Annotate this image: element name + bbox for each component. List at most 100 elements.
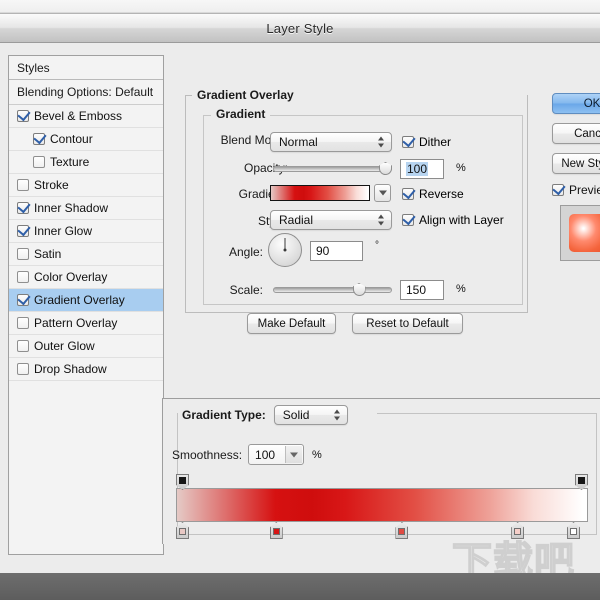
scale-slider[interactable] xyxy=(273,282,392,298)
style-preview-swatch xyxy=(569,214,600,252)
effect-label: Color Overlay xyxy=(34,270,108,284)
align-with-layer-label: Align with Layer xyxy=(419,213,504,227)
angle-dial-hub xyxy=(283,248,287,252)
effect-row-inner-glow[interactable]: Inner Glow xyxy=(9,220,163,243)
screenshot-root: Layer Style Styles Blending Options: Def… xyxy=(0,0,600,600)
effects-list: Bevel & Emboss Contour Texture Stroke Inner … xyxy=(9,105,163,381)
effect-label: Stroke xyxy=(34,178,69,192)
angle-value: 90 xyxy=(316,244,330,258)
effect-checkbox[interactable] xyxy=(17,317,29,329)
dither-checkbox-row[interactable]: Dither xyxy=(402,135,451,149)
effect-checkbox[interactable] xyxy=(17,294,29,306)
opacity-stop[interactable] xyxy=(575,474,588,490)
desktop-backdrop xyxy=(0,0,600,13)
effect-label: Satin xyxy=(34,247,62,261)
effect-row-texture[interactable]: Texture xyxy=(9,151,163,174)
reverse-label: Reverse xyxy=(419,187,464,201)
cancel-button[interactable]: Cancel xyxy=(552,123,600,144)
effect-row-outer-glow[interactable]: Outer Glow xyxy=(9,335,163,358)
effect-checkbox[interactable] xyxy=(17,271,29,283)
angle-unit: ° xyxy=(375,240,379,251)
make-default-button[interactable]: Make Default xyxy=(247,313,336,334)
blend-mode-select[interactable]: Normal xyxy=(270,132,392,152)
effect-row-color-overlay[interactable]: Color Overlay xyxy=(9,266,163,289)
reset-to-default-label: Reset to Default xyxy=(366,317,449,330)
effect-row-bevel-emboss[interactable]: Bevel & Emboss xyxy=(9,105,163,128)
styles-panel: Styles Blending Options: Default Bevel &… xyxy=(8,55,164,555)
effect-checkbox[interactable] xyxy=(17,202,29,214)
effect-row-satin[interactable]: Satin xyxy=(9,243,163,266)
gradient-swatch[interactable] xyxy=(270,185,370,201)
align-with-layer-checkbox[interactable] xyxy=(402,214,414,226)
dialog-titlebar: Layer Style xyxy=(0,14,600,43)
blending-options-row[interactable]: Blending Options: Default xyxy=(9,80,163,105)
color-stop[interactable] xyxy=(567,522,581,539)
effect-row-pattern-overlay[interactable]: Pattern Overlay xyxy=(9,312,163,335)
reset-to-default-button[interactable]: Reset to Default xyxy=(352,313,463,334)
effect-label: Drop Shadow xyxy=(34,362,107,376)
color-stop[interactable] xyxy=(511,522,525,539)
scale-input[interactable]: 150 xyxy=(400,280,444,300)
dialog-title: Layer Style xyxy=(266,20,334,36)
angle-dial[interactable] xyxy=(268,233,302,267)
color-stop[interactable] xyxy=(395,522,409,539)
effect-checkbox[interactable] xyxy=(17,110,29,122)
preview-checkbox[interactable] xyxy=(552,184,564,196)
effect-row-contour[interactable]: Contour xyxy=(9,128,163,151)
preview-checkbox-row[interactable]: Preview xyxy=(552,183,600,197)
align-with-layer-row[interactable]: Align with Layer xyxy=(402,213,504,227)
effect-row-inner-shadow[interactable]: Inner Shadow xyxy=(9,197,163,220)
effect-checkbox[interactable] xyxy=(17,340,29,352)
effect-label: Outer Glow xyxy=(34,339,95,353)
effect-checkbox[interactable] xyxy=(17,179,29,191)
ok-button[interactable]: OK xyxy=(552,93,600,114)
chevron-down-icon[interactable] xyxy=(285,446,303,463)
effect-row-gradient-overlay[interactable]: Gradient Overlay xyxy=(9,289,163,312)
smoothness-select[interactable]: 100 xyxy=(248,444,305,465)
effect-checkbox[interactable] xyxy=(17,225,29,237)
reverse-checkbox[interactable] xyxy=(402,188,414,200)
color-stop[interactable] xyxy=(176,522,189,539)
new-style-button[interactable]: New Style... xyxy=(552,153,600,174)
gradient-bar-area xyxy=(176,474,588,540)
color-stop-chip xyxy=(179,528,186,535)
opacity-slider-track xyxy=(273,166,392,172)
reverse-checkbox-row[interactable]: Reverse xyxy=(402,187,464,201)
angle-label-row: Angle: xyxy=(193,245,263,259)
effect-checkbox[interactable] xyxy=(33,133,45,145)
opacity-slider[interactable] xyxy=(273,161,392,177)
effect-label: Contour xyxy=(50,132,93,146)
effect-checkbox[interactable] xyxy=(17,248,29,260)
gradient-type-row: Gradient Type: Solid xyxy=(178,405,352,425)
angle-label: Angle: xyxy=(228,245,263,259)
opacity-value: 100 xyxy=(406,162,429,176)
opacity-slider-knob[interactable] xyxy=(379,162,392,175)
gradient-picker[interactable] xyxy=(270,184,391,202)
scale-slider-knob[interactable] xyxy=(352,283,366,296)
dither-checkbox[interactable] xyxy=(402,136,414,148)
gradient-overlay-group-title: Gradient Overlay xyxy=(192,88,299,102)
chevron-updown-icon xyxy=(333,409,341,422)
gradient-bar[interactable] xyxy=(176,488,588,522)
smoothness-label: Smoothness: xyxy=(172,447,243,462)
gradient-preset-dropdown-button[interactable] xyxy=(374,184,391,202)
style-select[interactable]: Radial xyxy=(270,210,392,230)
angle-input[interactable]: 90 xyxy=(310,241,363,261)
effect-label: Gradient Overlay xyxy=(34,293,125,307)
cancel-label: Cancel xyxy=(574,127,600,140)
chevron-updown-icon xyxy=(378,214,385,227)
effect-checkbox[interactable] xyxy=(33,156,45,168)
make-default-label: Make Default xyxy=(257,317,326,330)
opacity-stop-chip xyxy=(179,477,186,484)
effect-row-drop-shadow[interactable]: Drop Shadow xyxy=(9,358,163,381)
effect-label: Texture xyxy=(50,155,90,169)
opacity-input[interactable]: 100 xyxy=(400,159,444,179)
style-preview-thumbnail xyxy=(560,205,600,261)
color-stop[interactable] xyxy=(269,522,283,539)
effect-row-stroke[interactable]: Stroke xyxy=(9,174,163,197)
effect-label: Inner Shadow xyxy=(34,201,109,215)
opacity-stop[interactable] xyxy=(176,474,189,490)
effect-checkbox[interactable] xyxy=(17,363,29,375)
gradient-type-select[interactable]: Solid xyxy=(273,405,348,425)
styles-panel-header: Styles xyxy=(9,56,163,80)
